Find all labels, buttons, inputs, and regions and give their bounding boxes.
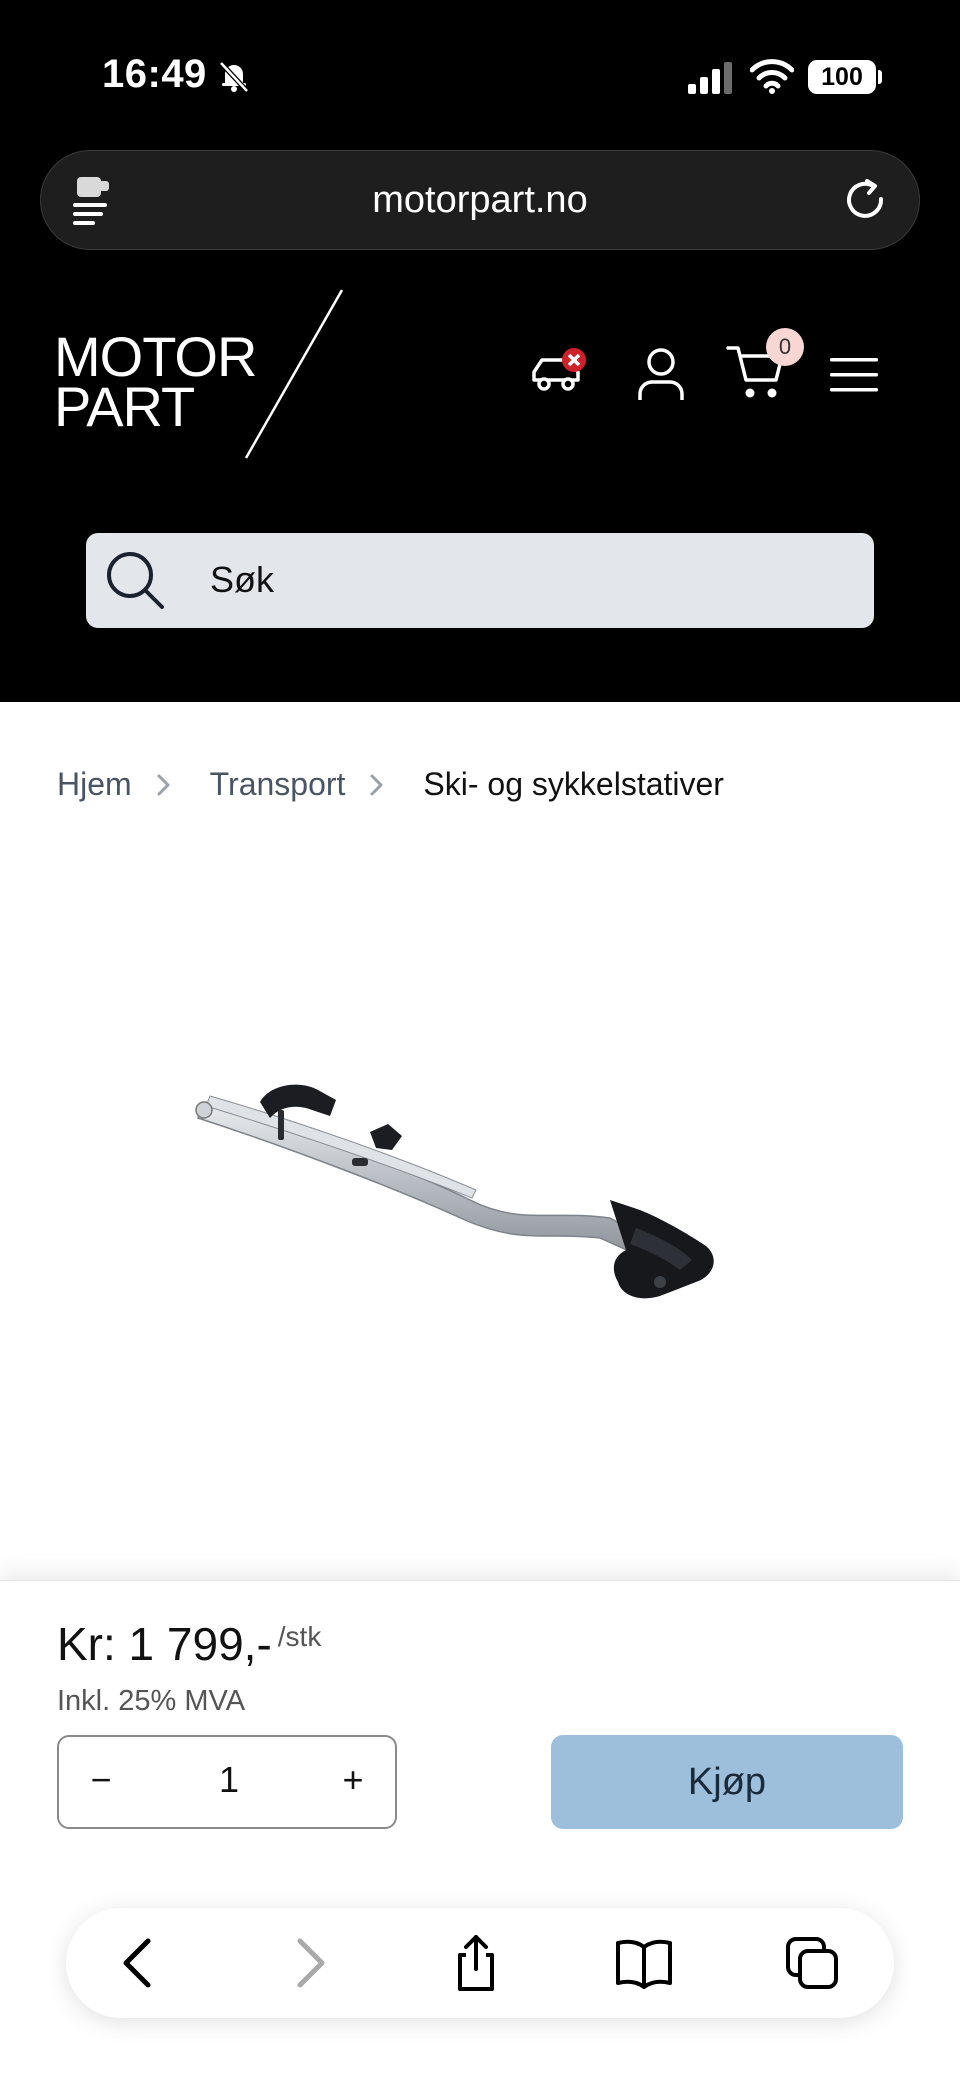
breadcrumb: Hjem Transport Ski- og sykkelstativer [57, 766, 724, 803]
bookmarks-icon[interactable] [614, 1933, 674, 1993]
quantity-decrease-button[interactable]: − [81, 1759, 121, 1805]
browser-toolbar [66, 1908, 894, 2018]
search-input[interactable]: Søk [210, 559, 274, 601]
logo-slash [244, 289, 344, 459]
car-remove-icon[interactable] [528, 346, 590, 398]
chevron-right-icon [370, 774, 383, 795]
quantity-increase-button[interactable]: + [333, 1759, 373, 1805]
wifi-icon [750, 59, 794, 94]
price-unit: /stk [277, 1621, 322, 1652]
address-bar[interactable]: motorpart.no [40, 150, 920, 250]
breadcrumb-transport[interactable]: Transport [210, 766, 346, 803]
forward-icon[interactable] [278, 1933, 338, 1993]
breadcrumb-home[interactable]: Hjem [57, 766, 132, 803]
quantity-stepper[interactable]: − 1 + [57, 1735, 397, 1829]
battery-nub [878, 70, 882, 84]
breadcrumb-current: Ski- og sykkelstativer [423, 766, 724, 802]
header-area: 16:49 100 motorpart.no MOTOR PART 0 Søk [0, 0, 960, 702]
status-time: 16:49 [102, 52, 207, 96]
site-logo[interactable]: MOTOR PART [54, 288, 354, 468]
tabs-overview-icon[interactable] [782, 1933, 842, 1993]
search-icon [107, 552, 164, 609]
cart-count-badge[interactable]: 0 [766, 328, 804, 366]
bell-slash-icon [219, 61, 249, 93]
vat-note: Inkl. 25% MVA [57, 1685, 246, 1717]
quantity-value[interactable]: 1 [179, 1759, 279, 1801]
battery-indicator: 100 [808, 60, 876, 94]
price: Kr: 1 799,-/stk [57, 1617, 321, 1671]
buy-button[interactable]: Kjøp [551, 1735, 903, 1829]
menu-icon[interactable] [830, 356, 878, 394]
back-icon[interactable] [110, 1933, 170, 1993]
url-text[interactable]: motorpart.no [41, 179, 919, 222]
reload-icon[interactable] [843, 177, 889, 223]
signal-icon [688, 62, 732, 94]
chevron-right-icon [157, 774, 170, 795]
price-value: Kr: 1 799,- [57, 1618, 272, 1670]
search-bar[interactable]: Søk [86, 533, 874, 628]
user-icon[interactable] [636, 346, 686, 402]
share-icon[interactable] [446, 1933, 506, 1993]
product-image[interactable] [140, 1060, 830, 1360]
